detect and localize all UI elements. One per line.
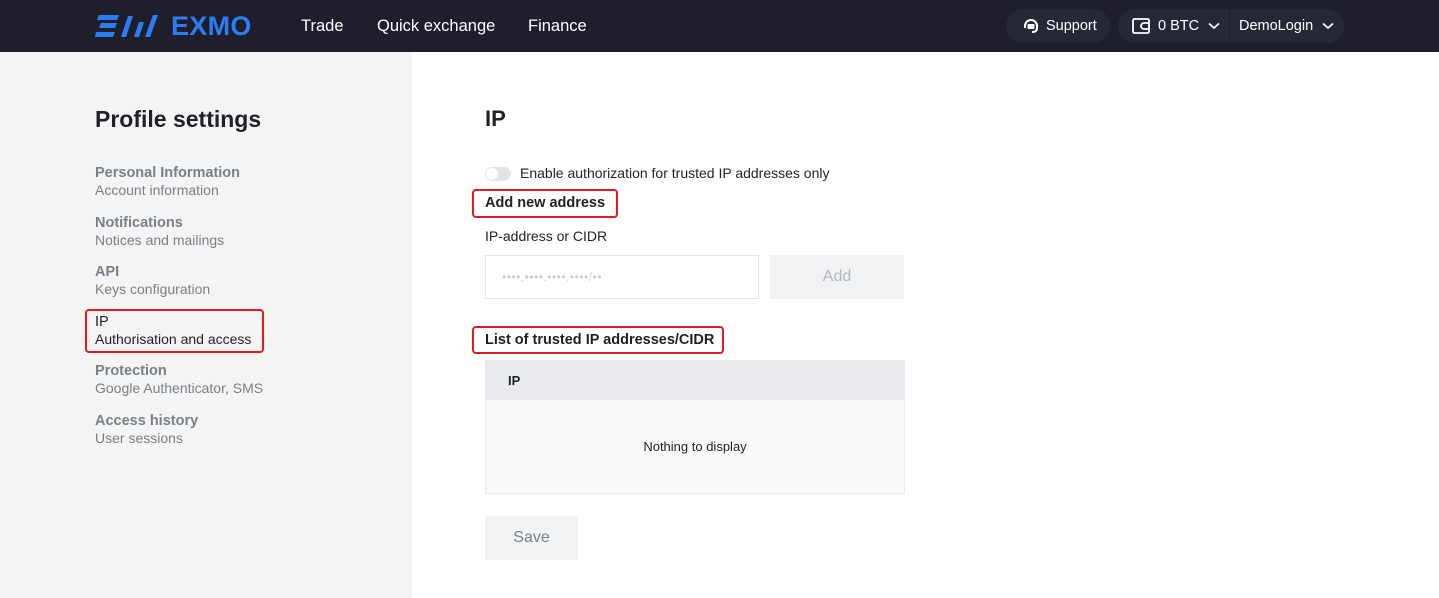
- toggle-knob: [486, 168, 498, 180]
- sidebar-item-personal-information[interactable]: Personal Information Account information: [95, 165, 275, 199]
- sidebar-item-access-history[interactable]: Access history User sessions: [95, 413, 275, 447]
- account-pill: 0 BTC DemoLogin: [1118, 9, 1344, 43]
- sidebar-item-title: Personal Information: [95, 165, 241, 181]
- brand-name: EXMO: [171, 10, 252, 41]
- sidebar-item-title: Access history: [95, 413, 199, 429]
- table-header: IP: [486, 361, 904, 400]
- exmo-logo-icon: [95, 15, 158, 37]
- user-dropdown[interactable]: DemoLogin: [1230, 9, 1334, 43]
- sidebar-item-subtitle: Google Authenticator, SMS: [95, 380, 264, 396]
- sidebar-title: Profile settings: [95, 106, 262, 132]
- username: DemoLogin: [1239, 18, 1314, 34]
- settings-sidebar: Profile settings Personal Information Ac…: [0, 52, 412, 598]
- column-header-ip: IP: [508, 373, 521, 388]
- exmo-logo[interactable]: EXMO: [95, 10, 252, 42]
- toggle-label: Enable authorization for trusted IP addr…: [520, 165, 830, 181]
- sidebar-item-subtitle: Notices and mailings: [95, 232, 225, 248]
- sidebar-item-subtitle: Account information: [95, 182, 219, 198]
- chevron-down-icon: [1322, 22, 1334, 30]
- empty-message: Nothing to display: [643, 439, 747, 454]
- table-empty-state: Nothing to display: [486, 400, 904, 493]
- balance-value: 0 BTC: [1158, 18, 1200, 34]
- highlight-box: [85, 309, 264, 353]
- sidebar-item-subtitle: User sessions: [95, 430, 183, 446]
- sidebar-item-title: Notifications: [95, 215, 183, 231]
- sidebar-item-title: API: [95, 264, 120, 280]
- ip-address-input[interactable]: [485, 255, 759, 299]
- headset-icon: [1022, 17, 1040, 35]
- highlight-box: [472, 189, 618, 218]
- sidebar-item-protection[interactable]: Protection Google Authenticator, SMS: [95, 363, 275, 397]
- balance-dropdown[interactable]: 0 BTC: [1118, 9, 1230, 43]
- save-button[interactable]: Save: [485, 516, 578, 560]
- support-label: Support: [1046, 18, 1097, 34]
- nav-quick-exchange[interactable]: Quick exchange: [377, 0, 495, 52]
- add-button[interactable]: Add: [770, 255, 904, 299]
- chevron-down-icon: [1208, 22, 1220, 30]
- sidebar-item-notifications[interactable]: Notifications Notices and mailings: [95, 215, 275, 249]
- wallet-icon: [1132, 18, 1150, 34]
- sidebar-item-subtitle: Keys configuration: [95, 281, 211, 297]
- trusted-ip-table: IP Nothing to display: [485, 360, 905, 494]
- trusted-ip-toggle[interactable]: [485, 167, 511, 181]
- page-title: IP: [485, 106, 506, 131]
- top-navbar: EXMO Trade Quick exchange Finance Suppor…: [0, 0, 1439, 52]
- ip-field-label: IP-address or CIDR: [485, 228, 608, 244]
- highlight-box: [472, 326, 724, 354]
- sidebar-item-title: Protection: [95, 363, 167, 379]
- nav-finance[interactable]: Finance: [528, 0, 587, 52]
- support-button[interactable]: Support: [1006, 9, 1110, 43]
- sidebar-item-api[interactable]: API Keys configuration: [95, 264, 275, 298]
- nav-trade[interactable]: Trade: [301, 0, 344, 52]
